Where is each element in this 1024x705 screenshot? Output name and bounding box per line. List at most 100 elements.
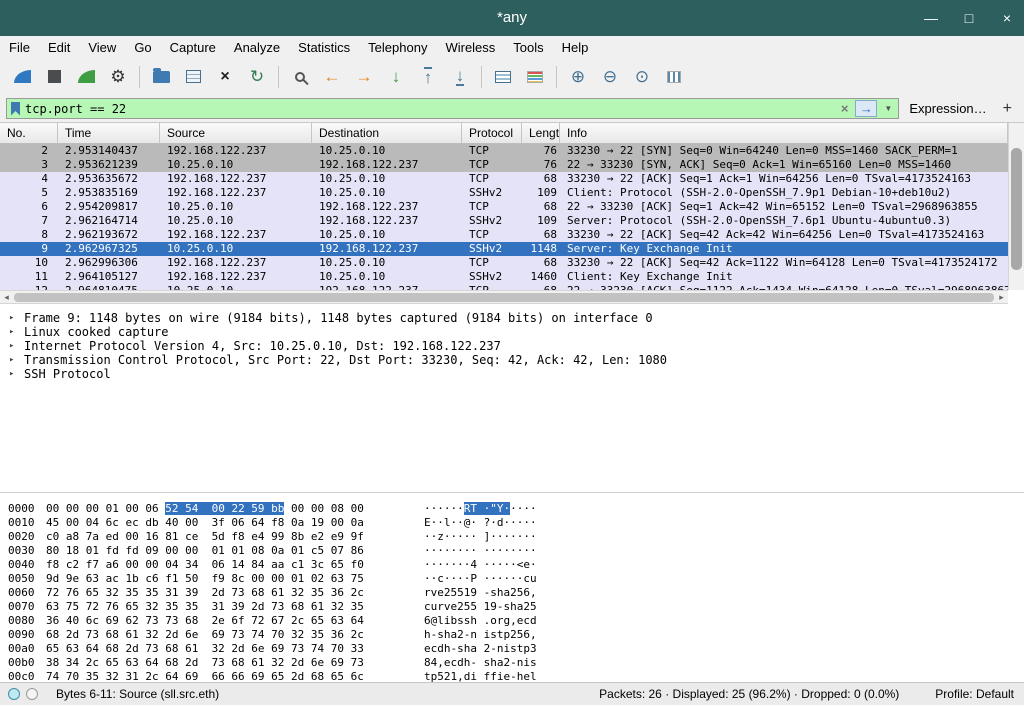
packet-row-4[interactable]: 42.953635672192.168.122.23710.25.0.10TCP… (0, 172, 1008, 186)
column-header-length[interactable]: Length (522, 123, 560, 143)
hex-bytes[interactable]: 45 00 04 6c ec db 40 00 3f 06 64 f8 0a 1… (46, 516, 398, 530)
hex-ascii[interactable]: ··c····P ······cu (424, 572, 537, 586)
expand-arrow-icon[interactable]: ▸ (9, 367, 14, 381)
hscrollbar-thumb[interactable] (14, 293, 994, 302)
hex-row-0050[interactable]: 00509d 9e 63 ac 1b c6 f1 50 f9 8c 00 00 … (0, 572, 1024, 586)
vscrollbar-thumb[interactable] (1011, 148, 1022, 270)
menu-tools[interactable]: Tools (504, 36, 552, 58)
column-header-destination[interactable]: Destination (312, 123, 462, 143)
hex-row-00a0[interactable]: 00a065 63 64 68 2d 73 68 61 32 2d 6e 69 … (0, 642, 1024, 656)
menu-view[interactable]: View (79, 36, 125, 58)
maximize-button[interactable]: □ (960, 10, 978, 26)
hex-row-0000[interactable]: 000000 00 00 01 00 06 52 54 00 22 59 bb … (0, 502, 1024, 516)
menu-edit[interactable]: Edit (39, 36, 79, 58)
hex-ascii[interactable]: h-sha2-n istp256, (424, 628, 537, 642)
column-header-source[interactable]: Source (160, 123, 312, 143)
packet-row-5[interactable]: 52.953835169192.168.122.23710.25.0.10SSH… (0, 186, 1008, 200)
hex-ascii[interactable]: E··l··@· ?·d····· (424, 516, 537, 530)
capture-comment-icon[interactable] (26, 688, 38, 700)
hex-bytes[interactable]: 36 40 6c 69 62 73 73 68 2e 6f 72 67 2c 6… (46, 614, 398, 628)
auto-scroll-icon[interactable] (488, 63, 518, 91)
hex-row-0010[interactable]: 001045 00 04 6c ec db 40 00 3f 06 64 f8 … (0, 516, 1024, 530)
hex-row-0020[interactable]: 0020c0 a8 7a ed 00 16 81 ce 5d f8 e4 99 … (0, 530, 1024, 544)
column-header-protocol[interactable]: Protocol (462, 123, 522, 143)
menu-wireless[interactable]: Wireless (436, 36, 504, 58)
hex-ascii[interactable]: ······RT ·"Y····· (424, 502, 537, 516)
menu-capture[interactable]: Capture (161, 36, 225, 58)
hex-row-0040[interactable]: 0040f8 c2 f7 a6 00 00 04 34 06 14 84 aa … (0, 558, 1024, 572)
hex-ascii[interactable]: ········ ········ (424, 544, 537, 558)
hex-bytes[interactable]: 00 00 00 01 00 06 52 54 00 22 59 bb 00 0… (46, 502, 398, 516)
colorize-icon[interactable] (520, 63, 550, 91)
go-last-icon[interactable]: ↓ (445, 63, 475, 91)
status-profile[interactable]: Profile: Default (935, 687, 1014, 701)
filter-bookmark-icon[interactable] (11, 102, 20, 116)
detail-line-5[interactable]: ▸SSH Protocol (0, 367, 1024, 381)
packet-row-10[interactable]: 102.962996306192.168.122.23710.25.0.10TC… (0, 256, 1008, 270)
expert-info-icon[interactable] (8, 688, 20, 700)
hex-bytes[interactable]: 72 76 65 32 35 35 31 39 2d 73 68 61 32 3… (46, 586, 398, 600)
display-filter-input[interactable]: tcp.port == 22 × → ▼ (6, 98, 899, 119)
hex-ascii[interactable]: curve255 19-sha25 (424, 600, 537, 614)
packet-row-8[interactable]: 82.962193672192.168.122.23710.25.0.10TCP… (0, 228, 1008, 242)
reload-icon[interactable]: ↻ (242, 63, 272, 91)
file-close-icon[interactable]: × (210, 63, 240, 91)
zoom-out-icon[interactable]: ⊖ (595, 63, 625, 91)
go-to-packet-icon[interactable]: ↓ (381, 63, 411, 91)
hex-ascii[interactable]: rve25519 -sha256, (424, 586, 537, 600)
capture-restart-icon[interactable] (71, 63, 101, 91)
hex-bytes[interactable]: 68 2d 73 68 61 32 2d 6e 69 73 74 70 32 3… (46, 628, 398, 642)
column-header-info[interactable]: Info (560, 123, 1008, 143)
find-icon[interactable] (285, 63, 315, 91)
packet-row-6[interactable]: 62.95420981710.25.0.10192.168.122.237TCP… (0, 200, 1008, 214)
hscroll-right-arrow-icon[interactable]: ▸ (995, 291, 1008, 303)
filter-apply-icon[interactable]: → (855, 100, 877, 117)
expand-arrow-icon[interactable]: ▸ (9, 325, 14, 339)
column-header-time[interactable]: Time (58, 123, 160, 143)
menu-file[interactable]: File (0, 36, 39, 58)
packet-list-vscrollbar[interactable] (1008, 123, 1024, 290)
detail-line-2[interactable]: ▸Linux cooked capture (0, 325, 1024, 339)
detail-line-1[interactable]: ▸Frame 9: 1148 bytes on wire (9184 bits)… (0, 311, 1024, 325)
packet-row-11[interactable]: 112.964105127192.168.122.23710.25.0.10SS… (0, 270, 1008, 284)
hex-row-0060[interactable]: 006072 76 65 32 35 35 31 39 2d 73 68 61 … (0, 586, 1024, 600)
expand-arrow-icon[interactable]: ▸ (9, 311, 14, 325)
capture-stop-icon[interactable] (39, 63, 69, 91)
menu-go[interactable]: Go (125, 36, 160, 58)
hex-row-0070[interactable]: 007063 75 72 76 65 32 35 35 31 39 2d 73 … (0, 600, 1024, 614)
menu-help[interactable]: Help (553, 36, 598, 58)
go-back-icon[interactable]: ← (317, 63, 347, 91)
expand-arrow-icon[interactable]: ▸ (9, 353, 14, 367)
file-open-icon[interactable] (146, 63, 176, 91)
zoom-original-icon[interactable]: ⊙ (627, 63, 657, 91)
hex-row-00b0[interactable]: 00b038 34 2c 65 63 64 68 2d 73 68 61 32 … (0, 656, 1024, 670)
hex-bytes[interactable]: 63 75 72 76 65 32 35 35 31 39 2d 73 68 6… (46, 600, 398, 614)
hex-row-0090[interactable]: 009068 2d 73 68 61 32 2d 6e 69 73 74 70 … (0, 628, 1024, 642)
go-forward-icon[interactable]: → (349, 63, 379, 91)
hex-ascii[interactable]: ·······4 ·····<e· (424, 558, 537, 572)
hex-ascii[interactable]: ecdh-sha 2-nistp3 (424, 642, 537, 656)
hex-bytes[interactable]: 80 18 01 fd fd 09 00 00 01 01 08 0a 01 c… (46, 544, 398, 558)
hex-bytes[interactable]: 65 63 64 68 2d 73 68 61 32 2d 6e 69 73 7… (46, 642, 398, 656)
hex-row-0030[interactable]: 003080 18 01 fd fd 09 00 00 01 01 08 0a … (0, 544, 1024, 558)
packet-list-hscrollbar[interactable]: ◂ ▸ (0, 290, 1008, 304)
close-button[interactable]: × (998, 10, 1016, 26)
capture-start-icon[interactable] (7, 63, 37, 91)
hscroll-left-arrow-icon[interactable]: ◂ (0, 291, 13, 303)
detail-line-4[interactable]: ▸Transmission Control Protocol, Src Port… (0, 353, 1024, 367)
expand-arrow-icon[interactable]: ▸ (9, 339, 14, 353)
packet-row-2[interactable]: 22.953140437192.168.122.23710.25.0.10TCP… (0, 144, 1008, 158)
expression-button[interactable]: Expression… (905, 101, 990, 116)
hex-ascii[interactable]: 84,ecdh- sha2-nis (424, 656, 537, 670)
hex-bytes[interactable]: c0 a8 7a ed 00 16 81 ce 5d f8 e4 99 8b e… (46, 530, 398, 544)
hex-ascii[interactable]: ··z····· ]······· (424, 530, 537, 544)
filter-text[interactable]: tcp.port == 22 (25, 102, 834, 116)
filter-add-button[interactable]: + (997, 100, 1018, 118)
packet-row-7[interactable]: 72.96216471410.25.0.10192.168.122.237SSH… (0, 214, 1008, 228)
hex-bytes[interactable]: 38 34 2c 65 63 64 68 2d 73 68 61 32 2d 6… (46, 656, 398, 670)
column-header-no[interactable]: No. (0, 123, 58, 143)
resize-columns-icon[interactable] (659, 63, 689, 91)
detail-line-3[interactable]: ▸Internet Protocol Version 4, Src: 10.25… (0, 339, 1024, 353)
hex-bytes[interactable]: 9d 9e 63 ac 1b c6 f1 50 f9 8c 00 00 01 0… (46, 572, 398, 586)
menu-analyze[interactable]: Analyze (225, 36, 289, 58)
